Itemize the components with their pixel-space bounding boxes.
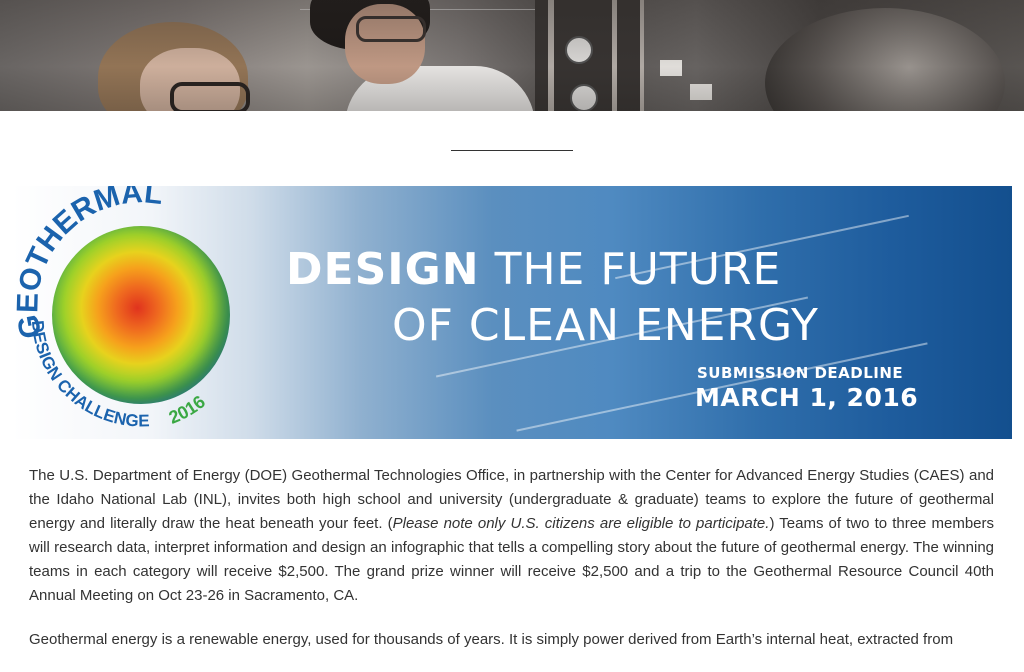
intro-paragraph: The U.S. Department of Energy (DOE) Geot… <box>29 464 994 608</box>
logo-subtitle: DESIGN CHALLENGE <box>28 320 150 431</box>
intro-content: The U.S. Department of Energy (DOE) Geot… <box>29 464 994 672</box>
deadline-date: MARCH 1, 2016 <box>695 383 919 412</box>
eligibility-note: Please note only U.S. citizens are eligi… <box>392 515 770 532</box>
deadline-label: SUBMISSION DEADLINE <box>697 364 904 382</box>
logo-title: GEOTHERMAL <box>12 186 165 341</box>
logo-year: 2016 <box>166 392 209 428</box>
hero-shade <box>0 0 1024 111</box>
headline-bold: DESIGN <box>286 244 480 295</box>
hero-photo <box>0 0 1024 111</box>
banner-headline: DESIGN THE FUTURE <box>286 248 781 292</box>
headline-rest: THE FUTURE <box>494 244 782 295</box>
geothermal-logo: GEOTHERMAL DESIGN CHALLENGE 2016 <box>12 186 272 439</box>
logo-ring-text: GEOTHERMAL DESIGN CHALLENGE 2016 <box>12 186 209 431</box>
section-divider <box>451 150 573 151</box>
banner-headline-line2: OF CLEAN ENERGY <box>392 300 819 351</box>
geothermal-paragraph: Geothermal energy is a renewable energy,… <box>29 631 954 648</box>
